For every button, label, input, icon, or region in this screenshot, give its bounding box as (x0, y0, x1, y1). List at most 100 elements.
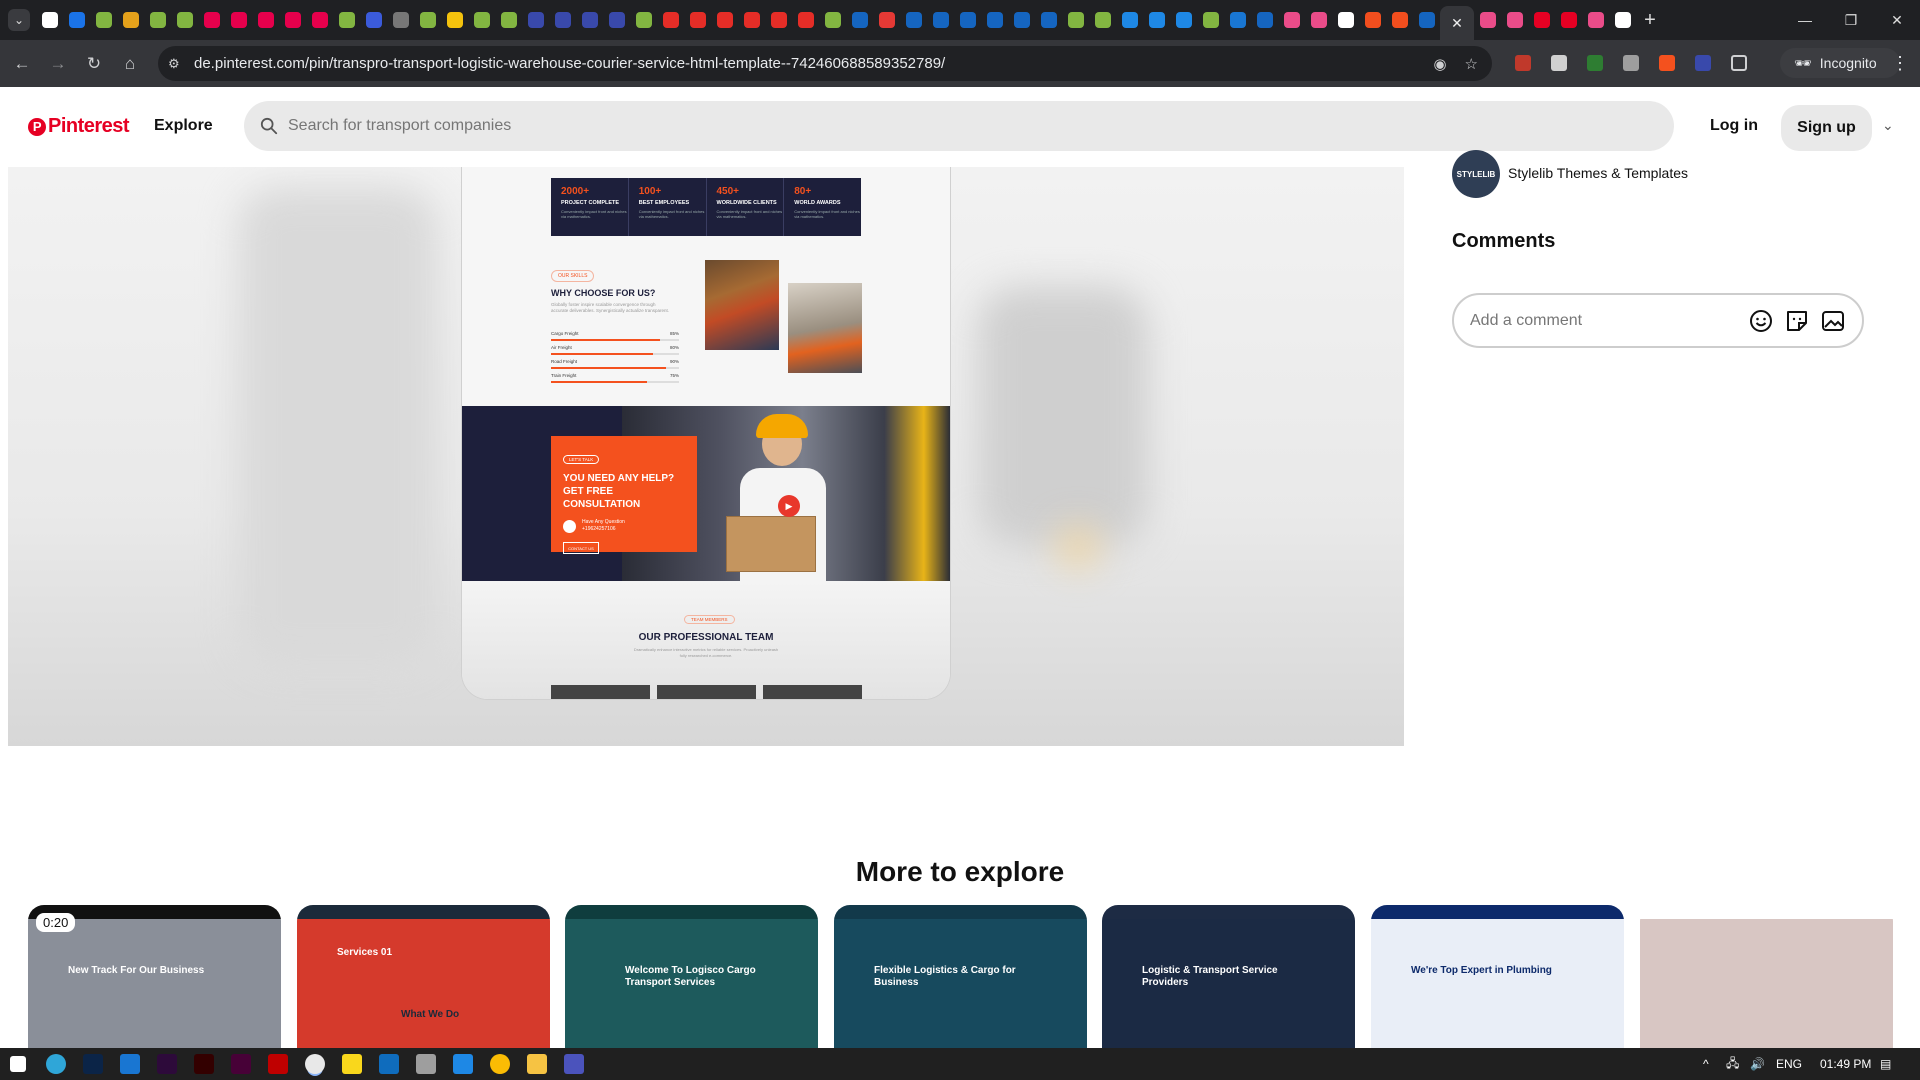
envato-tab-icon[interactable] (1062, 0, 1089, 40)
reload-icon[interactable]: ↻ (78, 48, 110, 80)
xd-taskbar-icon[interactable] (231, 1054, 251, 1074)
home-icon[interactable]: ⌂ (114, 48, 146, 80)
forward-icon[interactable]: → (42, 48, 74, 80)
author-name[interactable]: Stylelib Themes & Templates (1508, 165, 1688, 181)
red-tab-icon[interactable] (684, 0, 711, 40)
outlook-taskbar-icon[interactable] (379, 1054, 399, 1074)
word-tab-icon[interactable] (1224, 0, 1251, 40)
pinterest-tab-icon[interactable] (1528, 0, 1555, 40)
illustrator-taskbar-icon[interactable] (194, 1054, 214, 1074)
edge-tab-icon[interactable] (1143, 0, 1170, 40)
opera-tab-icon[interactable] (279, 0, 306, 40)
c-tab-icon[interactable] (603, 0, 630, 40)
red-tab-icon[interactable] (792, 0, 819, 40)
author-avatar[interactable]: STYLELIB (1452, 150, 1500, 198)
explore-pin-card[interactable]: Flexible Logistics & Cargo for Business (834, 905, 1087, 1048)
extension-icon[interactable] (1544, 48, 1574, 78)
calendar-tab-icon[interactable] (63, 0, 90, 40)
tracking-blocked-icon[interactable]: ◉ (1433, 55, 1446, 73)
opera-tab-icon[interactable] (306, 0, 333, 40)
search-bar[interactable] (244, 101, 1674, 151)
edge-tab-icon[interactable] (1170, 0, 1197, 40)
forms-tab-icon[interactable] (1413, 0, 1440, 40)
a-tab-icon[interactable] (1008, 0, 1035, 40)
address-bar[interactable]: ⚙ de.pinterest.com/pin/transpro-transpor… (158, 46, 1492, 81)
extension-icon[interactable] (1508, 48, 1538, 78)
figma-tab-icon[interactable] (1359, 0, 1386, 40)
comment-box[interactable] (1452, 293, 1864, 348)
opera-tab-icon[interactable] (225, 0, 252, 40)
close-window-icon[interactable]: ✕ (1874, 0, 1920, 40)
opera-tab-icon[interactable] (198, 0, 225, 40)
c-tab-icon[interactable] (549, 0, 576, 40)
explore-pin-card[interactable]: Logistic & Transport Service Providers (1102, 905, 1355, 1048)
site-info-icon[interactable]: ⚙ (168, 56, 194, 72)
chevron-down-icon[interactable]: ⌄ (1882, 117, 1894, 134)
dribbble-tab-icon[interactable] (1278, 0, 1305, 40)
envato-tab-icon[interactable] (495, 0, 522, 40)
a-tab-icon[interactable] (981, 0, 1008, 40)
notion-tab-icon[interactable] (1609, 0, 1636, 40)
envato-tab-icon[interactable] (1089, 0, 1116, 40)
dribbble-tab-icon[interactable] (1474, 0, 1501, 40)
red-tab-icon[interactable] (765, 0, 792, 40)
globe-tab-icon[interactable] (387, 0, 414, 40)
bookmark-star-icon[interactable]: ☆ (1465, 55, 1478, 73)
minimize-icon[interactable]: — (1782, 0, 1828, 40)
pinterest-tab-icon[interactable] (1555, 0, 1582, 40)
pinterest-logo[interactable]: P Pinterest (28, 115, 130, 138)
chrome-alt-taskbar-icon[interactable] (490, 1054, 510, 1074)
chrome-tab-icon[interactable] (1332, 0, 1359, 40)
a-tab-icon[interactable] (1035, 0, 1062, 40)
dribbble-tab-icon[interactable] (1501, 0, 1528, 40)
photoshop-taskbar-icon[interactable] (83, 1054, 103, 1074)
comment-input[interactable] (1470, 311, 1740, 330)
explore-pin-card[interactable]: Welcome To Logisco Cargo Transport Servi… (565, 905, 818, 1048)
volume-icon[interactable]: 🔊 (1750, 1048, 1765, 1080)
c-tab-icon[interactable] (576, 0, 603, 40)
red-tab-icon[interactable] (738, 0, 765, 40)
clock[interactable]: 01:49 PM (1820, 1048, 1871, 1080)
windows-start-icon[interactable] (10, 1056, 26, 1072)
network-icon[interactable]: 🖧 (1726, 1048, 1739, 1080)
extension-icon[interactable] (1688, 48, 1718, 78)
google-tab-icon[interactable] (36, 0, 63, 40)
vscode-taskbar-icon[interactable] (453, 1054, 473, 1074)
tray-chevron-icon[interactable]: ^ (1703, 1048, 1709, 1080)
teams-taskbar-icon[interactable] (564, 1054, 584, 1074)
forms-tab-icon[interactable] (1251, 0, 1278, 40)
incognito-badge[interactable]: 🕶 Incognito (1780, 48, 1900, 78)
login-button[interactable]: Log in (1710, 117, 1758, 135)
envato-tab-icon[interactable] (630, 0, 657, 40)
filezilla-taskbar-icon[interactable] (268, 1054, 288, 1074)
explore-link[interactable]: Explore (154, 117, 213, 135)
envato-tab-icon[interactable] (819, 0, 846, 40)
red-tab-icon[interactable] (657, 0, 684, 40)
app-taskbar-icon[interactable] (416, 1054, 436, 1074)
extension-icon[interactable] (1580, 48, 1610, 78)
extension-icon[interactable] (1652, 48, 1682, 78)
brand-tab-icon[interactable] (117, 0, 144, 40)
a-tab-icon[interactable] (846, 0, 873, 40)
notification-icon[interactable]: ▤ (1880, 1048, 1891, 1080)
active-tab-close-icon[interactable]: ✕ (1440, 6, 1474, 40)
explore-pin-card[interactable]: New Track For Our Business 0:20 (28, 905, 281, 1048)
search-input[interactable] (288, 117, 1588, 135)
back-icon[interactable]: ← (6, 48, 38, 80)
menu-kebab-icon[interactable]: ⋮ (1890, 48, 1910, 78)
emoji-icon[interactable] (1748, 308, 1774, 334)
dribbble-tab-icon[interactable] (1305, 0, 1332, 40)
tab-search-icon[interactable]: ⌄ (8, 9, 30, 31)
file-explorer-taskbar-icon[interactable] (527, 1054, 547, 1074)
envato-tab-icon[interactable] (468, 0, 495, 40)
dribbble-tab-icon[interactable] (1582, 0, 1609, 40)
pin-image[interactable]: 2000+ PROJECT COMPLETE Conveniently impact… (462, 167, 950, 699)
le-tab-icon[interactable] (360, 0, 387, 40)
new-tab-icon[interactable]: + (1636, 9, 1664, 32)
language-indicator[interactable]: ENG (1776, 1048, 1802, 1080)
envato-tab-icon[interactable] (90, 0, 117, 40)
a-tab-icon[interactable] (954, 0, 981, 40)
c-tab-icon[interactable] (522, 0, 549, 40)
envato-tab-icon[interactable] (171, 0, 198, 40)
m-tab-icon[interactable] (873, 0, 900, 40)
